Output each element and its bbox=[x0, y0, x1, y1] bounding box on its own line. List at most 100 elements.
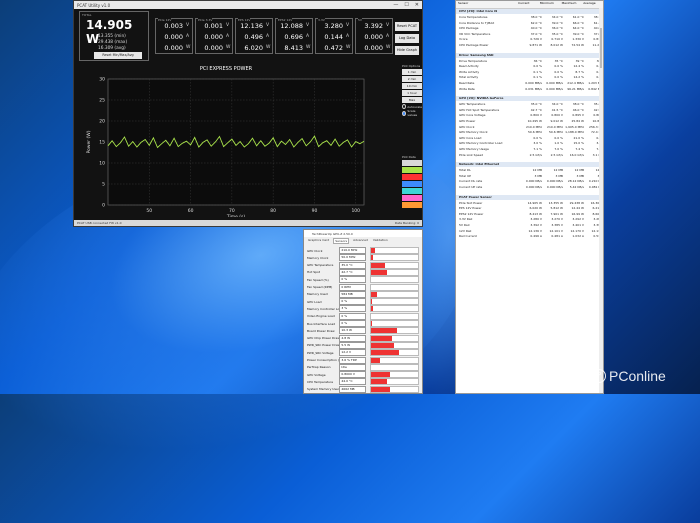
hwinfo-section-header[interactable]: CPU [#0]: Intel Core i9 bbox=[456, 9, 603, 14]
hwinfo-sensor-row[interactable]: CPU Package40.0 °C36.0 °C64.0 °C40.6 °C bbox=[456, 26, 603, 31]
hwinfo-sensor-row[interactable]: Current DL rate 0.000 KB/s 0.000 KB/s 28.12… bbox=[456, 179, 603, 184]
col-maximum[interactable]: Maximum bbox=[560, 1, 582, 8]
sensor-name: Vcore bbox=[459, 37, 468, 42]
hwinfo-sensor-row[interactable]: Write Rate 0.031 MB/s 0.000 MB/s 96.21 MB/s… bbox=[456, 86, 603, 92]
hide-graph-button[interactable]: Hide Graph bbox=[395, 46, 419, 55]
hwinfo-sensor-row[interactable]: Rail Current0.496 A0.481 A1.032 A0.512 A bbox=[456, 234, 603, 239]
maximize-icon[interactable]: ☐ bbox=[404, 2, 408, 8]
hwinfo-sensor-row[interactable]: Vcore0.726 V0.710 V1.330 V0.812 V bbox=[456, 37, 603, 42]
hwinfo-sensor-row[interactable]: 5V Rail3.392 V3.385 V3.401 V3.392 V bbox=[456, 223, 603, 228]
hwinfo-sensor-row[interactable]: GPU Memory Usage7.1 %7.0 %7.4 %7.1 % bbox=[456, 147, 603, 152]
rail-value: 0.001 bbox=[204, 21, 223, 30]
sensor-graph-fill bbox=[370, 269, 388, 275]
hwinfo-section-header[interactable]: GPU [#0]: NVIDIA GeForce bbox=[456, 96, 603, 102]
tab-sensors[interactable]: Sensors bbox=[333, 238, 350, 244]
sensor-cell: 39.0 °C bbox=[572, 31, 584, 36]
hwinfo-sensor-row[interactable]: Read Rate 0.000 MB/s 0.000 MB/s 212.4 MB/s 1… bbox=[456, 81, 603, 86]
hwinfo-sensor-row[interactable]: EPS 12V Power 6.020 W 5.812 W 12.44 W 6.210 … bbox=[456, 206, 603, 211]
time-2min-button[interactable]: 2 min bbox=[402, 76, 422, 82]
hwinfo-sensor-row[interactable]: GPU Power10.295 W9.012 W25.84 W10.88 W bbox=[456, 119, 603, 124]
time-1min-button[interactable]: 1 min bbox=[402, 69, 422, 75]
time-max-button[interactable]: Max bbox=[402, 97, 422, 103]
minimize-icon[interactable]: — bbox=[393, 2, 398, 8]
hwinfo-sensor-row[interactable]: 3.3V Rail3.280 V3.270 V3.292 V3.281 V bbox=[456, 217, 603, 222]
hwinfo-sensor-row[interactable]: GPU Core Load0.0 %0.0 %21.0 %0.6 % bbox=[456, 135, 603, 141]
col-average[interactable]: Average bbox=[581, 1, 603, 8]
hwinfo-section-header[interactable]: PCAT Power Sensor bbox=[456, 194, 603, 200]
rail-unit: V bbox=[266, 23, 270, 28]
sensor-name: EPS2 12V Power bbox=[459, 211, 484, 216]
series-toggle-swatch[interactable] bbox=[402, 174, 422, 180]
hwinfo-sensor-row[interactable]: PCIe Link Speed 2.5 GT/s 2.5 GT/s 16.0 GT/s… bbox=[456, 153, 603, 158]
sensor-name: Write Activity bbox=[459, 69, 480, 74]
sensor-cell: 62.0 °C bbox=[530, 20, 542, 25]
series-toggle-swatch[interactable] bbox=[402, 195, 422, 201]
hwinfo-sensor-row[interactable]: Drive Temperature36 °C35 °C39 °C36 °C bbox=[456, 59, 603, 64]
hwinfo-sensor-row[interactable]: Write Activity0.1 %0.0 %8.7 %0.2 % bbox=[456, 69, 603, 75]
hwinfo-sensor-row[interactable]: GPU Core Voltage 0.800 V 0.800 V 0.895 V 0.8… bbox=[456, 113, 603, 118]
col-minimum[interactable]: Minimum bbox=[538, 1, 560, 8]
hwinfo-sensor-row[interactable]: PCIe Slot Power 14.905 W 13.355 W 29.438 W1… bbox=[456, 201, 603, 206]
sensor-graph-fill bbox=[370, 321, 372, 326]
status-bar: PCAT USB connected FW v1.0 Data Banking:… bbox=[74, 220, 422, 226]
series-toggle-swatch[interactable] bbox=[402, 160, 422, 166]
hwinfo-sensor-row[interactable]: GPU Memory Controller Load 3.0 % 1.0 % 15.0… bbox=[456, 141, 603, 146]
series-toggle-swatch[interactable] bbox=[402, 202, 422, 208]
y-tick-label: 15 bbox=[99, 140, 105, 146]
sensor-name: GPU Core Load bbox=[459, 135, 482, 140]
sensor-cell: 37.0 °C bbox=[530, 31, 542, 36]
sensor-graph bbox=[369, 334, 419, 342]
hwinfo-sensor-row[interactable]: Read Activity0.0 %0.0 %12.4 %0.3 % bbox=[456, 64, 603, 69]
tab-graphics-card[interactable]: Graphics Card bbox=[307, 238, 330, 244]
reset-min-max-button[interactable]: Reset Min/Max/Avg bbox=[94, 52, 142, 59]
sensor-graph-fill bbox=[370, 248, 375, 253]
hwinfo-sensor-row[interactable]: Total Activity0.1 %0.0 %14.2 %0.4 % bbox=[456, 75, 603, 80]
sensor-cell: 50.6 MHz bbox=[548, 130, 563, 135]
sensor-cell: 5.812 W bbox=[550, 206, 563, 211]
hwinfo-sensor-row[interactable]: Current UP rate 0.000 KB/s 0.000 KB/s 5.42 … bbox=[456, 185, 603, 190]
hwinfo-scrollbar[interactable] bbox=[599, 8, 603, 393]
sensor-name: 3.3V Rail bbox=[459, 217, 473, 222]
hwinfo-sensor-row[interactable]: GPU Hot Spot Temperature 42.7 °C 41.5 °C 46… bbox=[456, 108, 603, 113]
hwinfo-section-header[interactable]: Network: Intel Ethernet bbox=[456, 162, 603, 168]
rail-row: 6.020 W bbox=[236, 43, 272, 52]
time-1hour-button[interactable]: 1 hour bbox=[402, 90, 422, 96]
hwinfo-sensor-row[interactable]: GPU Temperature 35.0 °C 34.0 °C 38.0 °C 35.2… bbox=[456, 102, 603, 107]
scrollbar-thumb[interactable] bbox=[600, 28, 602, 68]
sensor-cell: 96.21 MB/s bbox=[567, 86, 584, 91]
col-sensor[interactable]: Sensor bbox=[456, 1, 516, 8]
reset-pcat-button[interactable]: Reset PCAT bbox=[395, 22, 419, 31]
hwinfo-sensor-row[interactable]: EPS2 12V Power 8.413 W 7.901 W 16.99 W 8.605… bbox=[456, 211, 603, 217]
hwinfo-sensor-row[interactable]: Total UP3 MB3 MB3 MB3 MB bbox=[456, 174, 603, 179]
sensor-value: 584 MB bbox=[339, 290, 366, 298]
tab-validation[interactable]: Validation bbox=[372, 238, 389, 244]
sensor-cell: 61.0 °C bbox=[572, 15, 584, 19]
hwinfo-sensor-row[interactable]: CPU Package Power 9.871 W 8.012 W 72.54 W 11… bbox=[456, 43, 603, 48]
sensor-graph bbox=[369, 371, 419, 379]
time-10min-button[interactable]: 10 min bbox=[402, 83, 422, 89]
hwinfo-section-header[interactable]: Drive: Samsung SSD bbox=[456, 52, 603, 58]
sensor-name: Fan Speed (RPM) bbox=[307, 285, 333, 289]
sensor-name: GPU Memory Clock bbox=[459, 130, 488, 135]
col-current[interactable]: Current bbox=[516, 1, 538, 8]
sensor-cell: 7.0 % bbox=[554, 147, 563, 151]
tab-advanced[interactable]: Advanced bbox=[352, 238, 369, 244]
hwinfo-sensor-row[interactable]: VR VCC Temperature 37.0 °C 35.0 °C 39.0 °C 3… bbox=[456, 31, 603, 37]
sensor-cell: 0.000 MB/s bbox=[546, 86, 563, 91]
scale-values-radio[interactable]: Scale values bbox=[402, 109, 422, 117]
hwinfo-sensor-row[interactable]: Core Temperatures 38.0 °C 34.0 °C 61.0 °C 38… bbox=[456, 15, 603, 20]
close-icon[interactable]: ✕ bbox=[415, 2, 419, 8]
sensor-graph bbox=[369, 378, 419, 386]
hwinfo-sensor-row[interactable]: Total DL12 MB12 MB12 MB12 MB bbox=[456, 168, 603, 173]
hwinfo-sensor-row[interactable]: 12V Rail 12.136 V 12.101 V 12.170 V 12.138 V bbox=[456, 229, 603, 234]
hwinfo-sensor-row[interactable]: GPU Clock 210.0 MHz 210.0 MHz 1,905.0 MHz 25… bbox=[456, 125, 603, 130]
series-toggle-swatch[interactable] bbox=[402, 188, 422, 194]
hwinfo-sensor-row[interactable]: GPU Memory Clock 50.6 MHz 50.6 MHz 1,188.0 … bbox=[456, 130, 603, 135]
series-toggle-swatch[interactable] bbox=[402, 167, 422, 173]
log-data-button[interactable]: Log Data bbox=[395, 34, 419, 43]
sensor-cell: 3.0 % bbox=[533, 141, 542, 146]
status-right: Data Banking: 0 bbox=[394, 221, 419, 225]
series-toggle-swatch[interactable] bbox=[402, 181, 422, 187]
hwinfo-sensor-row[interactable]: Core Distance to TjMAX 62.0 °C 39.0 °C 66.0… bbox=[456, 20, 603, 26]
sensor-cell: 1.0 % bbox=[554, 141, 563, 146]
